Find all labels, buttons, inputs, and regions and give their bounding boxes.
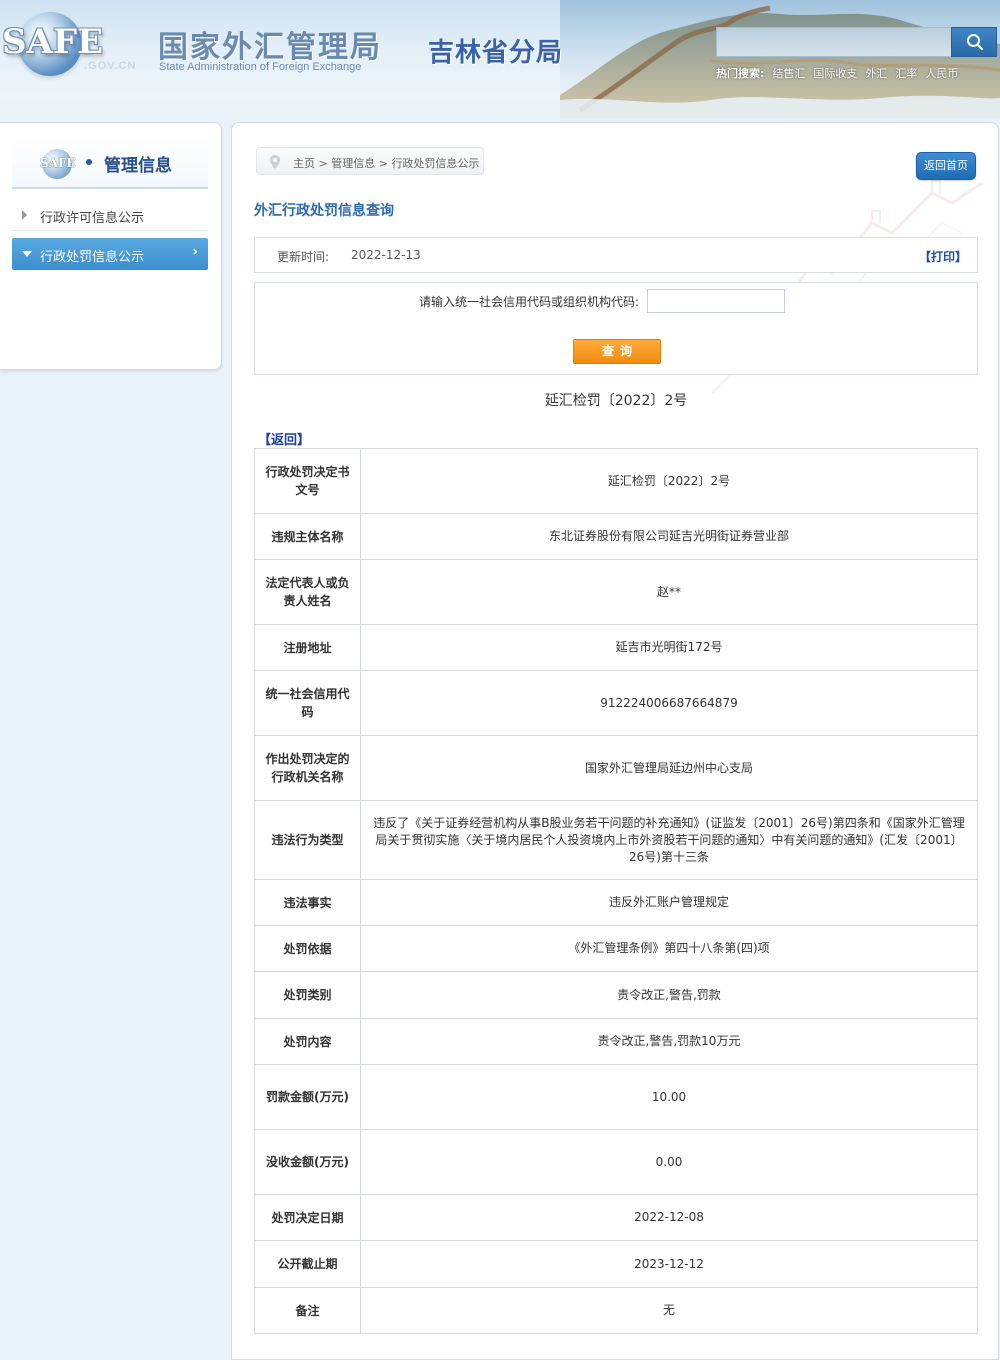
table-row: 法定代表人或负责人姓名 赵** bbox=[254, 559, 978, 625]
table-row: 注册地址 延吉市光明街172号 bbox=[254, 624, 978, 671]
sidebar-item-administrative-license[interactable]: 行政许可信息公示 bbox=[12, 199, 208, 231]
field-label: 违规主体名称 bbox=[254, 513, 361, 560]
caret-right-icon bbox=[22, 210, 27, 220]
field-label: 统一社会信用代码 bbox=[254, 670, 361, 736]
table-row: 罚款金额(万元) 10.00 bbox=[254, 1064, 978, 1130]
field-value: 国家外汇管理局延边州中心支局 bbox=[360, 735, 978, 801]
branch-title: 吉林省分局 bbox=[428, 38, 564, 68]
field-label: 处罚依据 bbox=[254, 925, 361, 972]
return-link[interactable]: 【返回】 bbox=[258, 429, 310, 448]
field-value: 东北证券股份有限公司延吉光明街证券营业部 bbox=[360, 513, 978, 560]
location-pin-icon bbox=[270, 155, 280, 169]
sidebar-item-administrative-penalty[interactable]: 行政处罚信息公示 › bbox=[12, 238, 208, 270]
search-input[interactable] bbox=[716, 27, 951, 57]
breadcrumb-separator: > bbox=[315, 157, 332, 170]
table-row: 处罚类别 责令改正,警告,罚款 bbox=[254, 971, 978, 1019]
field-label: 备注 bbox=[254, 1287, 361, 1334]
logo-text: SAFE bbox=[2, 22, 103, 62]
field-value: 2023-12-12 bbox=[360, 1240, 978, 1288]
update-time-value: 2022-12-13 bbox=[351, 248, 421, 262]
section-title: 外汇行政处罚信息查询 bbox=[254, 203, 394, 219]
field-label: 处罚类别 bbox=[254, 971, 361, 1019]
field-label: 注册地址 bbox=[254, 624, 361, 671]
hot-link[interactable]: 国际收支 bbox=[813, 67, 857, 80]
bullet-dot-icon bbox=[86, 159, 92, 165]
field-label: 处罚决定日期 bbox=[254, 1194, 361, 1241]
table-row: 处罚依据 《外汇管理条例》第四十八条第(四)项 bbox=[254, 925, 978, 972]
sidebar-item-label: 行政许可信息公示 bbox=[40, 211, 145, 226]
field-label: 罚款金额(万元) bbox=[254, 1064, 361, 1130]
query-button[interactable]: 查询 bbox=[573, 339, 661, 364]
field-value: 《外汇管理条例》第四十八条第(四)项 bbox=[360, 925, 978, 972]
hot-link[interactable]: 外汇 bbox=[865, 67, 887, 80]
field-value: 违反外汇账户管理规定 bbox=[360, 879, 978, 926]
back-home-button[interactable]: 返回首页 bbox=[916, 152, 976, 180]
penalty-detail-table: 行政处罚决定书文号 延汇检罚〔2022〕2号 违规主体名称 东北证券股份有限公司延吉光… bbox=[254, 448, 978, 1334]
update-time-label: 更新时间: bbox=[277, 250, 330, 264]
field-label: 公开截止期 bbox=[254, 1240, 361, 1288]
table-row: 没收金额(万元) 0.00 bbox=[254, 1129, 978, 1195]
field-label: 违法行为类型 bbox=[254, 800, 361, 880]
field-label: 处罚内容 bbox=[254, 1018, 361, 1065]
print-link[interactable]: 【打印】 bbox=[919, 248, 967, 265]
table-row: 违规主体名称 东北证券股份有限公司延吉光明街证券营业部 bbox=[254, 513, 978, 560]
hot-search-label: 热门搜索: bbox=[716, 67, 765, 80]
update-bar: 更新时间: 2022-12-13 【打印】 bbox=[254, 237, 978, 273]
table-row: 统一社会信用代码 912224006687664879 bbox=[254, 670, 978, 736]
query-form: 请输入统一社会信用代码或组织机构代码: 查询 bbox=[254, 282, 978, 375]
field-value: 延吉市光明街172号 bbox=[360, 624, 978, 671]
hot-link[interactable]: 人民币 bbox=[925, 67, 958, 80]
field-value: 2022-12-08 bbox=[360, 1194, 978, 1241]
table-row: 作出处罚决定的行政机关名称 国家外汇管理局延边州中心支局 bbox=[254, 735, 978, 801]
credit-code-input[interactable] bbox=[647, 289, 785, 313]
sidebar-item-label: 行政处罚信息公示 bbox=[40, 250, 145, 265]
main-content: 主页 > 管理信息 > 行政处罚信息公示 返回首页 外汇行政处罚信息查询 更新时… bbox=[231, 122, 999, 1360]
table-row: 公开截止期 2023-12-12 bbox=[254, 1240, 978, 1288]
field-value: 责令改正,警告,罚款10万元 bbox=[360, 1018, 978, 1065]
field-label: 作出处罚决定的行政机关名称 bbox=[254, 735, 361, 801]
table-row: 违法事实 违反外汇账户管理规定 bbox=[254, 879, 978, 926]
search-button[interactable] bbox=[951, 27, 997, 57]
table-row: 行政处罚决定书文号 延汇检罚〔2022〕2号 bbox=[254, 448, 978, 514]
field-value: 延汇检罚〔2022〕2号 bbox=[360, 448, 978, 514]
site-title-english: State Administration of Foreign Exchange bbox=[159, 61, 362, 73]
sidebar-logo-text: SAFE bbox=[40, 156, 76, 170]
search-icon bbox=[967, 34, 984, 51]
document-number-heading: 延汇检罚〔2022〕2号 bbox=[544, 393, 688, 409]
field-value: 违反了《关于证券经营机构从事B股业务若干问题的补充通知》(证监发〔2001〕26… bbox=[360, 800, 978, 880]
hot-search-bar: 热门搜索: 结售汇 国际收支 外汇 汇率 人民币 bbox=[716, 65, 958, 81]
field-label: 法定代表人或负责人姓名 bbox=[254, 559, 361, 625]
sidebar-title: 管理信息 bbox=[104, 156, 172, 176]
table-row: 处罚决定日期 2022-12-08 bbox=[254, 1194, 978, 1241]
table-row: 备注无 bbox=[254, 1287, 978, 1334]
breadcrumb-home-link[interactable]: 主页 bbox=[293, 157, 315, 170]
breadcrumb: 主页 > 管理信息 > 行政处罚信息公示 bbox=[256, 147, 484, 175]
sidebar-header: SAFE 管理信息 bbox=[12, 137, 208, 189]
field-value: 责令改正,警告,罚款 bbox=[360, 971, 978, 1019]
hot-link[interactable]: 结售汇 bbox=[772, 67, 805, 80]
hot-link[interactable]: 汇率 bbox=[895, 67, 917, 80]
field-value: 912224006687664879 bbox=[360, 670, 978, 736]
site-header: SAFE .GOV.CN 国家外汇管理局 State Administratio… bbox=[0, 0, 1000, 118]
field-value: 10.00 bbox=[360, 1064, 978, 1130]
sidebar: SAFE 管理信息 行政许可信息公示 行政处罚信息公示 › bbox=[0, 122, 222, 370]
field-value: 0.00 bbox=[360, 1129, 978, 1195]
great-wall-banner-image bbox=[560, 0, 1000, 118]
table-row: 违法行为类型 违反了《关于证券经营机构从事B股业务若干问题的补充通知》(证监发〔2… bbox=[254, 800, 978, 880]
chevron-right-icon: › bbox=[192, 244, 198, 260]
field-value: 赵** bbox=[360, 559, 978, 625]
credit-code-label: 请输入统一社会信用代码或组织机构代码: bbox=[419, 295, 640, 309]
field-label: 行政处罚决定书文号 bbox=[254, 448, 361, 514]
caret-down-icon bbox=[22, 251, 32, 257]
breadcrumb-management-link[interactable]: 管理信息 bbox=[331, 157, 375, 170]
site-title-chinese: 国家外汇管理局 bbox=[158, 30, 382, 65]
field-value: 无 bbox=[360, 1287, 978, 1334]
breadcrumb-separator: > bbox=[375, 157, 392, 170]
logo-domain: .GOV.CN bbox=[84, 60, 137, 72]
breadcrumb-current[interactable]: 行政处罚信息公示 bbox=[391, 157, 479, 170]
field-label: 没收金额(万元) bbox=[254, 1129, 361, 1195]
table-row: 处罚内容 责令改正,警告,罚款10万元 bbox=[254, 1018, 978, 1065]
field-label: 违法事实 bbox=[254, 879, 361, 926]
